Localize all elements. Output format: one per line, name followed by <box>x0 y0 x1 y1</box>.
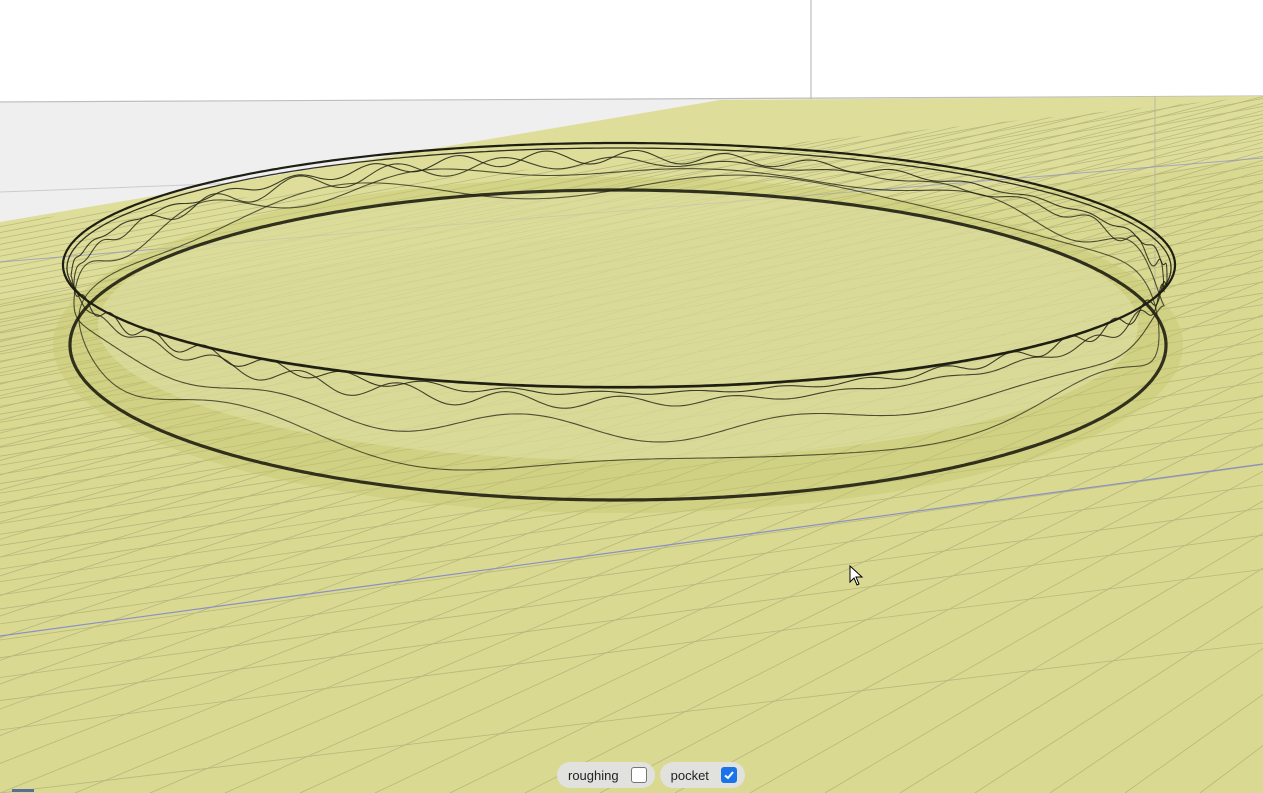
mouse-cursor-icon <box>849 565 864 586</box>
viewport-canvas[interactable] <box>0 0 1263 793</box>
roughing-toggle[interactable]: roughing <box>557 762 655 788</box>
pocket-label: pocket <box>670 767 709 783</box>
pocket-checkbox[interactable] <box>720 767 737 783</box>
corner-indicator <box>12 789 34 792</box>
pocket-toggle[interactable]: pocket <box>659 762 745 788</box>
roughing-label: roughing <box>568 767 619 783</box>
3d-viewport[interactable] <box>0 0 1263 793</box>
roughing-checkbox[interactable] <box>630 767 647 783</box>
toggle-bar: roughing pocket <box>557 762 745 788</box>
